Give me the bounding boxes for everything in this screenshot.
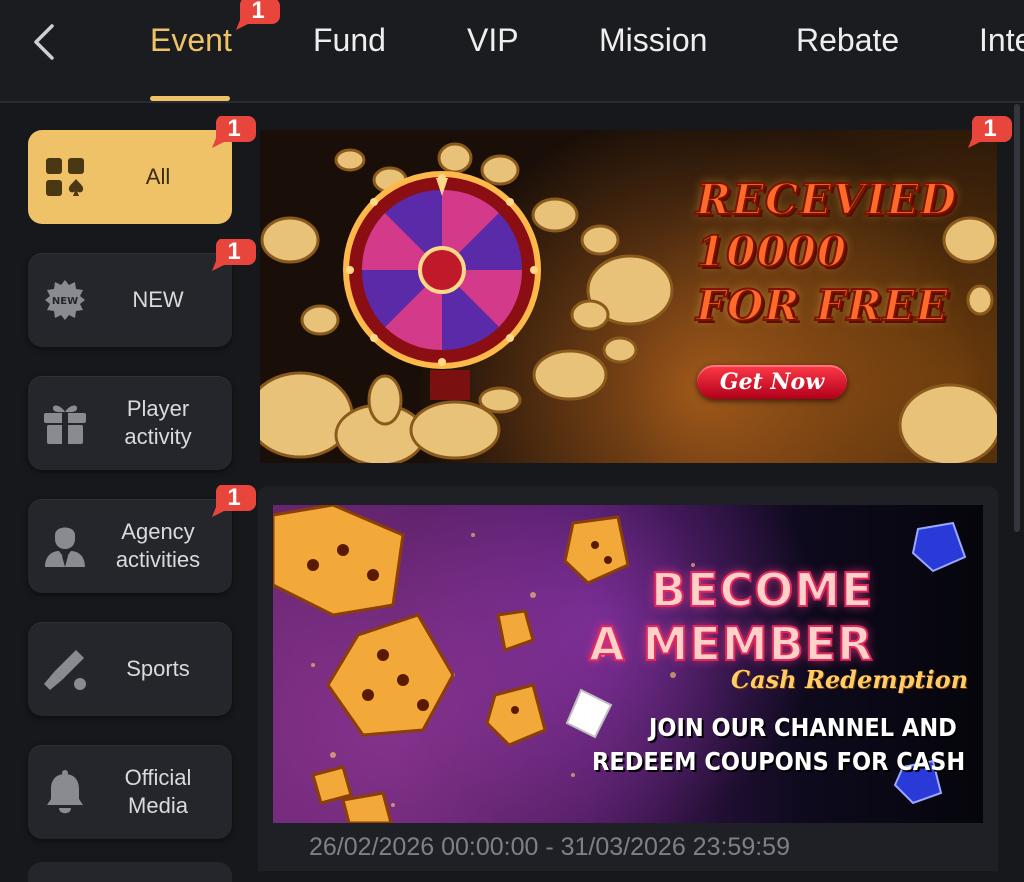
back-button[interactable] bbox=[22, 18, 66, 66]
scrollbar[interactable] bbox=[1014, 104, 1020, 532]
tab-event[interactable]: Event bbox=[150, 18, 232, 62]
gift-icon bbox=[42, 400, 88, 446]
sidebar-item-agency-activities[interactable]: Agency activities bbox=[28, 499, 232, 593]
tab-inte[interactable]: Inte bbox=[979, 18, 1024, 62]
promo-line-2: 10000 bbox=[695, 226, 848, 277]
banner-badge: 1 bbox=[966, 114, 1012, 148]
sidebar-item-label: NEW bbox=[132, 287, 184, 312]
tab-mission[interactable]: Mission bbox=[599, 18, 707, 62]
sidebar-item-official-media[interactable]: Official Media bbox=[28, 745, 232, 839]
badge-count: 1 bbox=[983, 115, 997, 142]
badge-count: 1 bbox=[227, 238, 241, 265]
sidebar-item-new[interactable]: NEW NEW bbox=[28, 253, 232, 347]
promo-banner-free-bonus[interactable]: RECEVIED 10000 FOR FREE Get Now bbox=[260, 130, 997, 463]
sidebar-all-badge: 1 bbox=[210, 114, 256, 148]
promo-line-1: RECEVIED bbox=[695, 174, 958, 225]
grid-icon bbox=[42, 154, 88, 200]
sidebar-item-label: Agency activities bbox=[115, 519, 201, 572]
badge-count: 1 bbox=[251, 0, 265, 24]
sidebar-item-label: Sports bbox=[126, 656, 190, 681]
chevron-left-icon bbox=[34, 24, 54, 60]
tab-event-badge: 1 bbox=[234, 0, 280, 30]
badge-count: 1 bbox=[227, 484, 241, 511]
event-date-range: 26/02/2026 00:00:00 - 31/03/2026 23:59:5… bbox=[309, 833, 790, 861]
become-title-1: BECOME bbox=[650, 562, 874, 618]
badge-count: 1 bbox=[227, 115, 241, 142]
tab-rebate[interactable]: Rebate bbox=[796, 18, 899, 62]
sidebar-item-player-activity[interactable]: Player activity bbox=[28, 376, 232, 470]
svg-text:NEW: NEW bbox=[52, 296, 78, 307]
top-tab-bar: Event Fund VIP Mission Rebate Inte bbox=[0, 0, 1024, 103]
cricket-bat-icon bbox=[42, 646, 88, 692]
promo-banner-become-member[interactable]: BECOME A MEMBER Cash Redemption JOIN OUR… bbox=[273, 505, 983, 823]
active-tab-indicator bbox=[150, 96, 230, 101]
sidebar-item-label: All bbox=[145, 164, 171, 189]
sidebar-item-all[interactable]: All bbox=[28, 130, 232, 224]
sidebar-item-next[interactable] bbox=[28, 862, 232, 882]
tab-fund[interactable]: Fund bbox=[313, 18, 386, 62]
sidebar-item-label: Player activity bbox=[124, 396, 192, 449]
sidebar-item-sports[interactable]: Sports bbox=[28, 622, 232, 716]
join-channel-line-2: REDEEM COUPONS FOR CASH bbox=[592, 747, 966, 776]
become-title-2: A MEMBER bbox=[588, 616, 874, 672]
sidebar-item-label: Official Media bbox=[124, 765, 192, 818]
agent-icon bbox=[42, 523, 88, 569]
sidebar-agency-badge: 1 bbox=[210, 483, 256, 517]
sidebar-new-badge: 1 bbox=[210, 237, 256, 271]
bell-icon bbox=[42, 769, 88, 815]
cash-redemption-text: Cash Redemption bbox=[731, 665, 969, 694]
promo-line-3: FOR FREE bbox=[695, 280, 949, 331]
new-icon: NEW bbox=[42, 277, 88, 323]
join-channel-line-1: JOIN OUR CHANNEL AND bbox=[649, 713, 957, 742]
get-now-button[interactable]: Get Now bbox=[697, 365, 847, 399]
tab-vip[interactable]: VIP bbox=[467, 18, 519, 62]
